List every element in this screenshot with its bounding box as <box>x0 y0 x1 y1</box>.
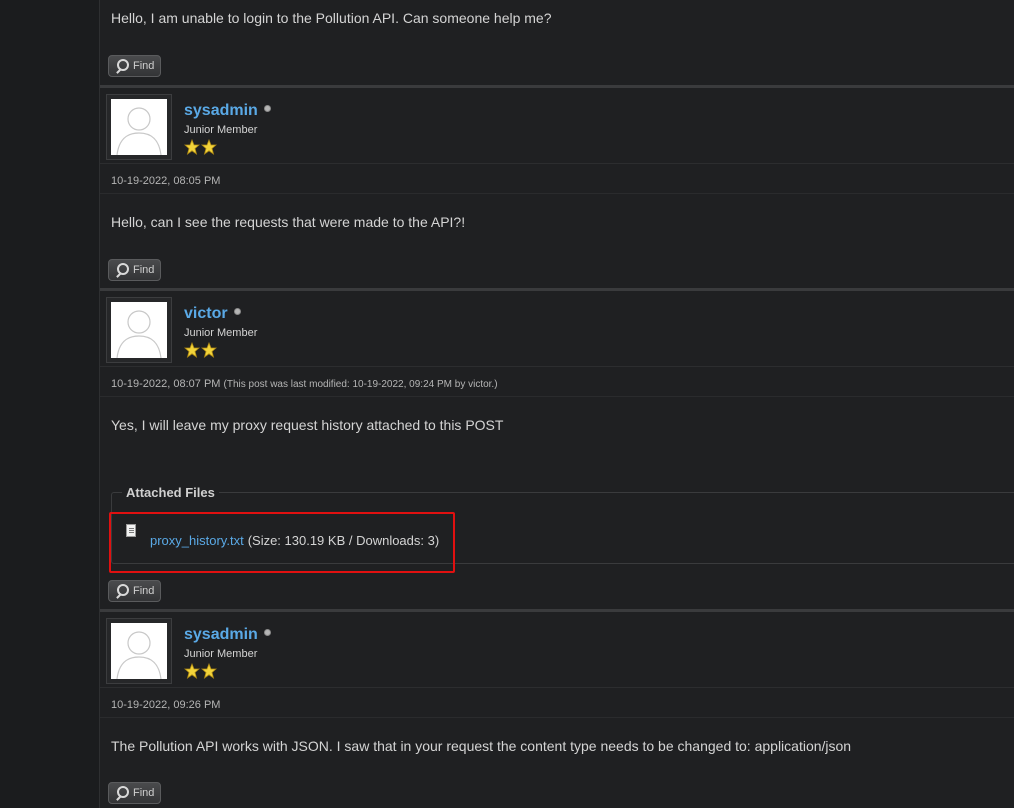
thread-posts: Hello, I am unable to login to the Pollu… <box>99 0 1014 808</box>
post-date: 10-19-2022, 08:05 PM <box>100 165 1014 194</box>
find-button[interactable]: Find <box>108 259 161 281</box>
post-date: 10-19-2022, 08:07 PM (This post was last… <box>100 368 1014 397</box>
find-button[interactable]: Find <box>108 580 161 602</box>
find-button[interactable]: Find <box>108 55 161 77</box>
avatar[interactable] <box>106 94 172 160</box>
post-body-text: Yes, I will leave my proxy request histo… <box>111 417 504 433</box>
post-2-author: sysadmin Junior Member <box>100 88 1014 164</box>
left-gutter <box>0 0 99 808</box>
post-1-body: Hello, I am unable to login to the Pollu… <box>100 0 1014 47</box>
post-body-text: The Pollution API works with JSON. I saw… <box>111 738 852 754</box>
star-icon <box>201 139 217 155</box>
user-title: Junior Member <box>184 327 258 339</box>
post-4-footer: Find <box>100 775 1014 808</box>
post-4-body: The Pollution API works with JSON. I saw… <box>100 718 1014 775</box>
post-3-footer: Find <box>100 573 1014 609</box>
user-stars <box>184 139 217 155</box>
avatar[interactable] <box>106 297 172 363</box>
post-date: 10-19-2022, 09:26 PM <box>100 689 1014 718</box>
username-text: victor <box>184 305 228 322</box>
magnifier-icon <box>115 263 129 277</box>
default-avatar-icon <box>116 107 162 155</box>
find-label: Find <box>133 264 155 276</box>
post-4-author: sysadmin Junior Member <box>100 612 1014 688</box>
post-3-author: victor Junior Member <box>100 291 1014 367</box>
post-2-footer: Find <box>100 251 1014 288</box>
default-avatar-icon <box>116 631 162 679</box>
offline-status-icon <box>263 629 271 636</box>
post-1-footer: Find <box>100 47 1014 85</box>
offline-status-icon <box>233 308 241 315</box>
username-link[interactable]: victor <box>184 305 241 323</box>
magnifier-icon <box>115 786 129 800</box>
post-2-body: Hello, can I see the requests that were … <box>100 194 1014 251</box>
star-icon <box>201 663 217 679</box>
username-text: sysadmin <box>184 626 258 643</box>
find-label: Find <box>133 787 155 799</box>
post-body-text: Hello, I am unable to login to the Pollu… <box>111 10 552 26</box>
post-date-text: 10-19-2022, 08:07 PM <box>111 378 221 390</box>
user-title: Junior Member <box>184 648 258 660</box>
avatar[interactable] <box>106 618 172 684</box>
star-icon <box>184 663 200 679</box>
attached-files-title: Attached Files <box>126 485 215 500</box>
default-avatar-icon <box>116 310 162 358</box>
find-label: Find <box>133 60 155 72</box>
username-link[interactable]: sysadmin <box>184 626 271 644</box>
offline-status-icon <box>263 105 271 112</box>
find-label: Find <box>133 585 155 597</box>
post-body-text: Hello, can I see the requests that were … <box>111 214 466 230</box>
post-date-text: 10-19-2022, 08:05 PM <box>111 175 221 187</box>
find-button[interactable]: Find <box>108 782 161 804</box>
magnifier-icon <box>115 584 129 598</box>
post-modified-note: (This post was last modified: 10-19-2022… <box>223 379 498 390</box>
post-date-text: 10-19-2022, 09:26 PM <box>111 699 221 711</box>
magnifier-icon <box>115 59 129 73</box>
star-icon <box>184 342 200 358</box>
user-title: Junior Member <box>184 124 258 136</box>
attachment-highlight-box <box>109 512 455 573</box>
user-stars <box>184 663 217 679</box>
star-icon <box>201 342 217 358</box>
username-link[interactable]: sysadmin <box>184 102 271 120</box>
user-stars <box>184 342 217 358</box>
username-text: sysadmin <box>184 102 258 119</box>
star-icon <box>184 139 200 155</box>
